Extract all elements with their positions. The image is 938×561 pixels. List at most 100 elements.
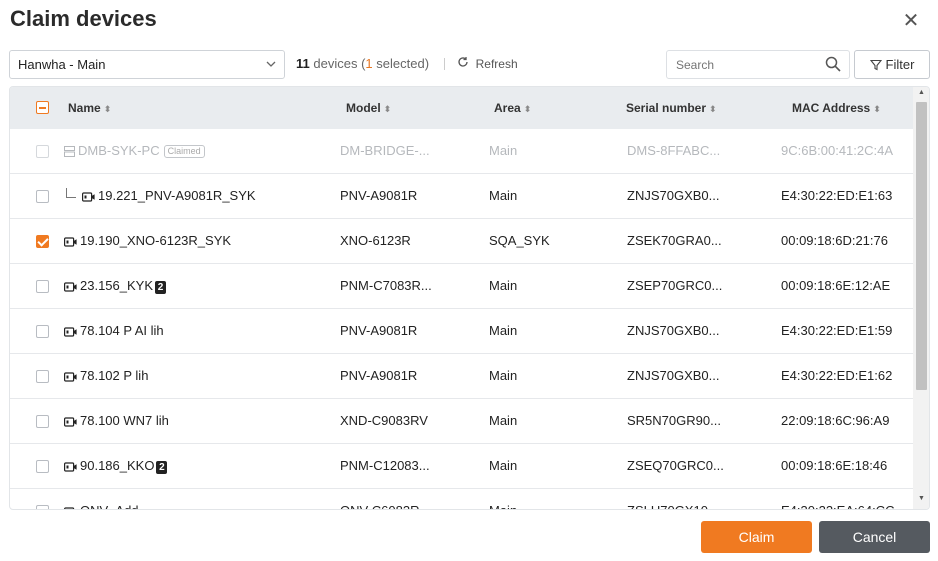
cell-mac-address: 00:09:18:6D:21:76 [781, 233, 888, 248]
device-name: 78.104 P AI lih [80, 323, 164, 338]
cell-mac-address: 9C:6B:00:41:2C:4A [781, 143, 894, 158]
device-name: 19.221_PNV-A9081R_SYK [98, 188, 256, 203]
column-header-name[interactable]: Name ⬍ [68, 101, 111, 115]
camera-icon [64, 460, 77, 475]
table-row[interactable]: 19.221_PNV-A9081R_SYK PNV-A9081R Main ZNJS7… [10, 174, 913, 219]
device-table: Name ⬍ Model ⬍ Area ⬍ Serial number ⬍ MAC Ad… [9, 86, 930, 510]
device-name: DMB-SYK-PC [78, 143, 160, 158]
camera-icon [82, 190, 95, 205]
filter-icon [869, 59, 882, 71]
cell-area: Main [489, 503, 517, 509]
site-select-value: Hanwha - Main [18, 57, 106, 72]
scroll-up-icon[interactable]: ▲ [913, 89, 929, 101]
device-name: 19.190_XNO-6123R_SYK [80, 233, 232, 248]
cancel-button[interactable]: Cancel [819, 521, 930, 553]
cell-model: QNV-C6083R [340, 503, 419, 509]
sort-icon: ⬍ [709, 104, 717, 114]
camera-icon [64, 370, 77, 385]
column-header-area[interactable]: Area ⬍ [494, 101, 531, 115]
cell-area: Main [489, 143, 518, 158]
camera-icon [64, 505, 77, 509]
sort-icon: ⬍ [523, 104, 532, 114]
table-row[interactable]: 90.186_KKO 2 PNM-C12083... Main ZSEQ70GRC0..… [10, 444, 913, 489]
channel-count-badge: 2 [155, 281, 167, 294]
cell-mac-address: 00:09:18:6E:18:46 [781, 458, 888, 473]
column-header-model[interactable]: Model ⬍ [346, 101, 391, 115]
dialog-title: Claim devices [10, 6, 157, 31]
sort-icon: ⬍ [383, 104, 392, 114]
chevron-down-icon [266, 51, 276, 89]
filter-label: Filter [885, 57, 915, 72]
search-box[interactable] [666, 50, 850, 79]
cell-area: Main [489, 458, 518, 473]
selected-word: selected) [376, 56, 430, 71]
cell-serial-number: ZNJS70GXB0... [627, 368, 720, 383]
sort-icon: ⬍ [873, 104, 881, 114]
row-checkbox[interactable] [36, 280, 49, 293]
table-row[interactable]: 19.190_XNO-6123R_SYK XNO-6123R SQA_SYK ZSEK… [10, 219, 913, 264]
scroll-thumb[interactable] [916, 102, 927, 390]
cell-mac-address: E4:30:22:ED:E1:63 [781, 188, 893, 203]
row-checkbox[interactable] [36, 415, 49, 428]
cell-name: 19.190_XNO-6123R_SYK [64, 233, 231, 250]
cell-serial-number: ZNJS70GXB0... [627, 188, 720, 203]
search-input[interactable] [667, 51, 817, 78]
row-checkbox[interactable] [36, 325, 49, 338]
row-checkbox[interactable] [36, 505, 49, 509]
device-name: 23.156_KYK [80, 278, 154, 293]
cell-mac-address: E4:30:22:ED:E1:59 [781, 323, 893, 338]
cell-serial-number: ZSEP70GRC0... [627, 278, 723, 293]
sort-icon: ⬍ [103, 104, 112, 114]
tree-branch-icon [66, 188, 76, 198]
row-checkbox[interactable] [36, 235, 49, 248]
search-icon[interactable] [825, 56, 841, 72]
scroll-down-icon[interactable]: ▼ [913, 495, 929, 507]
refresh-icon [457, 56, 473, 71]
cell-name: 78.100 WN7 lih [64, 413, 169, 430]
cell-serial-number: SR5N70GR90... [627, 413, 721, 428]
table-row[interactable]: DMB-SYK-PC Claimed DM-BRIDGE-... Main DMS-8F… [10, 129, 913, 174]
table-row[interactable]: 78.104 P AI lih PNV-A9081R Main ZNJS70GXB0.… [10, 309, 913, 354]
table-row[interactable]: 78.100 WN7 lih XND-C9083RV Main SR5N70GR90.… [10, 399, 913, 444]
camera-icon [64, 325, 77, 340]
table-row[interactable]: 23.156_KYK 2 PNM-C7083R... Main ZSEP70GRC0..… [10, 264, 913, 309]
table-header: Name ⬍ Model ⬍ Area ⬍ Serial number ⬍ MAC Ad… [10, 87, 913, 129]
cell-model: PNM-C12083... [340, 458, 430, 473]
cell-mac-address: 00:09:18:6E:12:AE [781, 278, 891, 293]
channel-count-badge: 2 [156, 461, 168, 474]
claim-button[interactable]: Claim [701, 521, 812, 553]
cell-model: PNV-A9081R [340, 368, 418, 383]
camera-icon [64, 280, 77, 295]
table-row[interactable]: 78.102 P lih PNV-A9081R Main ZNJS70GXB0... E… [10, 354, 913, 399]
cell-model: PNV-A9081R [340, 323, 418, 338]
selected-count: 1 [365, 56, 373, 71]
scrollbar[interactable]: ▲ ▼ [913, 87, 929, 509]
site-select[interactable]: Hanwha - Main [9, 50, 285, 79]
cell-area: Main [489, 188, 518, 203]
cell-area: Main [489, 413, 518, 428]
select-all-checkbox[interactable] [36, 101, 49, 114]
cell-model: XNO-6123R [340, 233, 411, 248]
device-name: ONV_Add [80, 503, 139, 509]
server-icon [64, 145, 75, 160]
filter-button[interactable]: Filter [854, 50, 930, 79]
column-header-serial-number[interactable]: Serial number ⬍ [626, 101, 717, 115]
device-count-number: 11 [296, 56, 310, 71]
device-name: 90.186_KKO [80, 458, 155, 473]
camera-icon [64, 415, 77, 430]
close-icon[interactable]: ✕ [900, 10, 922, 32]
table-row[interactable]: ONV_Add QNV-C6083R Main ZSLU70GX10... E4:30:… [10, 489, 913, 509]
cell-mac-address: E4:30:22:EA:64:CC [781, 503, 894, 509]
refresh-label: Refresh [475, 57, 518, 71]
row-checkbox[interactable] [36, 460, 49, 473]
row-checkbox[interactable] [36, 190, 49, 203]
cell-model: DM-BRIDGE-... [340, 143, 430, 158]
row-checkbox[interactable] [36, 370, 49, 383]
cell-mac-address: E4:30:22:ED:E1:62 [781, 368, 893, 383]
column-header-mac-address[interactable]: MAC Address ⬍ [792, 101, 881, 115]
refresh-button[interactable]: Refresh [457, 56, 518, 71]
cell-serial-number: ZNJS70GXB0... [627, 323, 720, 338]
cell-name: 19.221_PNV-A9081R_SYK [66, 188, 256, 205]
cell-serial-number: ZSEQ70GRC0... [627, 458, 724, 473]
device-name: 78.102 P lih [80, 368, 149, 383]
